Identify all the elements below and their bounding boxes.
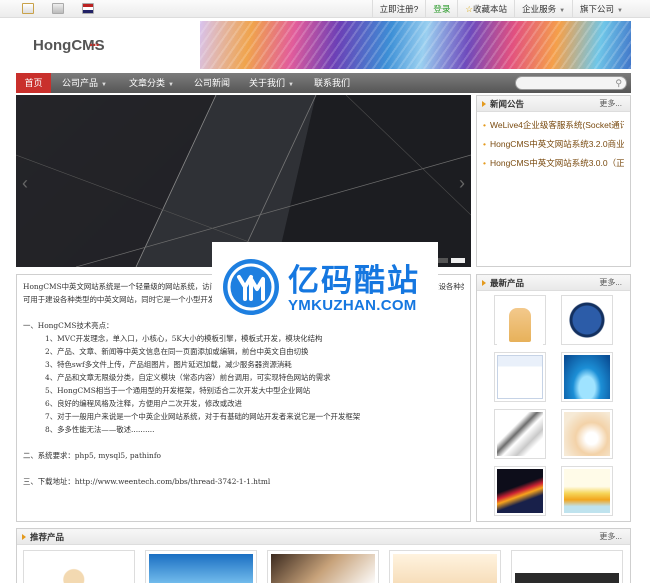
news-panel-header: 新闻公告 更多... bbox=[477, 96, 630, 112]
news-panel-title: 新闻公告 bbox=[490, 99, 525, 109]
product-thumbnail[interactable] bbox=[494, 466, 546, 516]
enterprise-service-label: 企业服务 bbox=[522, 4, 557, 14]
home-icon[interactable] bbox=[22, 3, 34, 14]
top-links: 立即注册? 登录 ☆收藏本站 企业服务 ▼ 旗下公司 ▼ bbox=[371, 0, 630, 18]
recommended-card[interactable] bbox=[389, 550, 501, 583]
top-bar: 立即注册? 登录 ☆收藏本站 企业服务 ▼ 旗下公司 ▼ bbox=[0, 0, 650, 18]
recommended-card[interactable] bbox=[267, 550, 379, 583]
intro-line bbox=[23, 462, 464, 475]
intro-line: 4、产品和文章无限级分类，自定义模块（常态内容）前台调用，可实现特色网站的需求 bbox=[45, 373, 331, 382]
nav-contact-label: 联系我们 bbox=[314, 78, 351, 88]
product-thumbnail[interactable] bbox=[561, 466, 613, 516]
nav-item-about[interactable]: 关于我们 ▼ bbox=[249, 73, 294, 93]
register-link[interactable]: 立即注册? bbox=[371, 0, 426, 18]
search-icon[interactable]: ⚲ bbox=[615, 78, 622, 89]
nav-item-products[interactable]: 公司产品 ▼ bbox=[62, 73, 107, 93]
watermark-logo-icon bbox=[223, 259, 279, 315]
recommended-panel-title: 推荐产品 bbox=[30, 532, 65, 542]
chevron-down-icon: ▼ bbox=[617, 8, 623, 14]
recommended-panel-header: 推荐产品 更多... bbox=[17, 529, 630, 545]
intro-line: 7、对于一般用户来说是一个中英企业网站系统，对于有基础的网站开发者来说它是一个开… bbox=[45, 412, 361, 421]
intro-line: 8、多多性能无法——敬述.......... bbox=[45, 425, 155, 434]
news-item[interactable]: HongCMS中英文网站系统3.2.0商业版发 bbox=[483, 135, 624, 154]
intro-line: 5、HongCMS相当于一个通用型的开发框架，特别适合二次开发大中型企业网站 bbox=[45, 386, 311, 395]
recommended-more-link[interactable]: 更多... bbox=[599, 529, 622, 545]
news-list: WeLive4企业级客服系统(Socket通讯技 HongCMS中英文网站系统3… bbox=[477, 112, 630, 173]
intro-line: 三、下载地址：http://www.weentech.com/bbs/threa… bbox=[23, 477, 271, 486]
nav-articles-label: 文章分类 bbox=[129, 78, 166, 88]
intro-line: 1、MVC开发理念，单入口，小核心，5K大小的模板引擎，模板式开发，模块化结构 bbox=[45, 334, 323, 343]
watermark-overlay: 亿码酷站 YMKUZHAN.COM bbox=[212, 242, 438, 330]
nav-item-articles[interactable]: 文章分类 ▼ bbox=[129, 73, 174, 93]
login-link[interactable]: 登录 bbox=[425, 0, 457, 18]
latest-products-panel: 最新产品 更多... bbox=[476, 274, 631, 522]
recommended-card[interactable] bbox=[145, 550, 257, 583]
slider-dot-active[interactable] bbox=[451, 258, 465, 263]
recommended-card[interactable] bbox=[511, 550, 623, 583]
subsidiaries-menu[interactable]: 旗下公司 ▼ bbox=[572, 0, 630, 18]
chevron-down-icon: ▼ bbox=[559, 8, 566, 14]
triangle-bullet-icon bbox=[482, 101, 486, 107]
intro-line bbox=[23, 436, 464, 449]
watermark-title: 亿码酷站 bbox=[288, 263, 420, 299]
ym-monogram-icon bbox=[227, 263, 275, 311]
product-thumbnail[interactable] bbox=[561, 295, 613, 345]
products-panel-title: 最新产品 bbox=[490, 278, 525, 288]
subsidiaries-label: 旗下公司 bbox=[580, 4, 615, 14]
chevron-left-icon[interactable]: ‹ bbox=[22, 173, 28, 194]
product-thumbnail[interactable] bbox=[494, 352, 546, 402]
recommended-products-panel: 推荐产品 更多... bbox=[16, 528, 631, 583]
products-panel-header: 最新产品 更多... bbox=[477, 275, 630, 291]
bookmark-link[interactable]: ☆收藏本站 bbox=[457, 0, 514, 18]
triangle-bullet-icon bbox=[22, 534, 26, 540]
monitor-icon[interactable] bbox=[52, 3, 64, 14]
intro-line: 2、产品、文章、新闻等中英文信息在同一页面添加或编辑，前台中英文自由切换 bbox=[45, 347, 309, 356]
product-thumbnail[interactable] bbox=[494, 409, 546, 459]
nav-news-label: 公司新闻 bbox=[194, 78, 231, 88]
chevron-down-icon: ▼ bbox=[288, 82, 294, 88]
star-icon: ☆ bbox=[465, 4, 474, 14]
watermark-domain: YMKUZHAN.COM bbox=[288, 297, 417, 314]
chevron-right-icon[interactable]: › bbox=[459, 173, 465, 194]
intro-line: 6、良好的编程风格及注释，方便用户二次开发，修改或改进 bbox=[45, 399, 242, 408]
nav-about-label: 关于我们 bbox=[249, 78, 286, 88]
product-thumbnail[interactable] bbox=[561, 409, 613, 459]
news-item[interactable]: HongCMS中英文网站系统3.0.0（正式 bbox=[483, 154, 624, 173]
intro-line: 3、特色swf多文件上传，产品组图片，图片延迟加载，减少服务器资源消耗 bbox=[45, 360, 292, 369]
nav-home-label: 首页 bbox=[24, 78, 43, 88]
search-input[interactable]: ⚲ bbox=[515, 76, 627, 90]
flag-icon[interactable] bbox=[82, 3, 94, 14]
intro-line: 二、系统要求：php5, mysql5, pathinfo bbox=[23, 451, 162, 460]
header-banner-image bbox=[200, 21, 631, 69]
chevron-down-icon: ▼ bbox=[101, 82, 107, 88]
product-thumbnail[interactable] bbox=[561, 352, 613, 402]
nav-products-label: 公司产品 bbox=[62, 78, 99, 88]
chevron-down-icon: ▼ bbox=[168, 82, 174, 88]
news-panel: 新闻公告 更多... WeLive4企业级客服系统(Socket通讯技 Hong… bbox=[476, 95, 631, 267]
nav-item-news[interactable]: 公司新闻 bbox=[194, 73, 230, 93]
product-thumbnail[interactable] bbox=[494, 295, 546, 352]
site-logo[interactable]: ... HongCMS bbox=[33, 33, 105, 54]
recommended-card[interactable] bbox=[23, 550, 135, 583]
nav-item-contact[interactable]: 联系我们 bbox=[314, 73, 350, 93]
nav-item-home[interactable]: 首页 bbox=[16, 73, 51, 93]
news-more-link[interactable]: 更多... bbox=[599, 96, 622, 112]
news-item[interactable]: WeLive4企业级客服系统(Socket通讯技 bbox=[483, 116, 624, 135]
bookmark-label: 收藏本站 bbox=[473, 4, 508, 14]
products-more-link[interactable]: 更多... bbox=[599, 275, 622, 291]
slider-dots bbox=[434, 258, 465, 263]
triangle-bullet-icon bbox=[482, 280, 486, 286]
main-nav: 首页 公司产品 ▼ 文章分类 ▼ 公司新闻 关于我们 ▼ 联系我们 ⚲ bbox=[16, 73, 631, 93]
enterprise-service-menu[interactable]: 企业服务 ▼ bbox=[514, 0, 572, 18]
logo-dots: ... bbox=[89, 33, 99, 50]
